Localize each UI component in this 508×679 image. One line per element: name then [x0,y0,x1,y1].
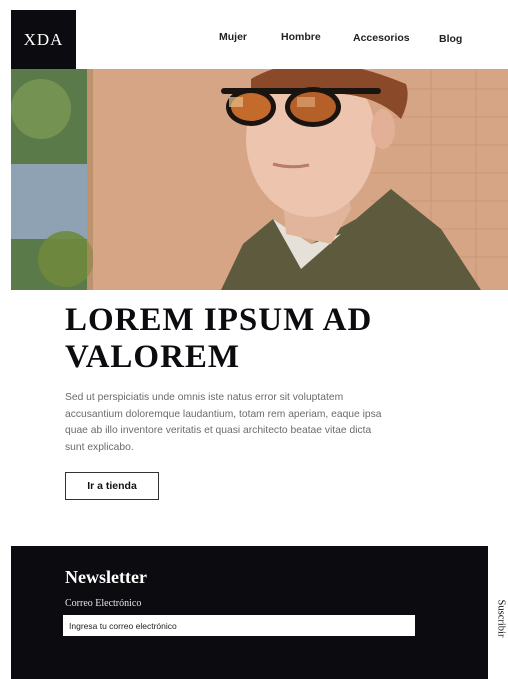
nav-item-blog[interactable]: Blog [439,33,462,45]
main-nav: Mujer Hombre Accesorios Blog [0,30,508,46]
shop-button[interactable]: Ir a tienda [65,472,159,500]
newsletter-title: Newsletter [65,567,147,587]
email-label: Correo Electrónico [65,598,142,609]
subscribe-label: Suscribir [495,599,507,637]
hero-headline: LOREM IPSUM AD VALOREM [65,302,373,375]
hero-photo-illustration [11,69,508,290]
nav-item-accesorios[interactable]: Accesorios [353,32,410,44]
nav-item-mujer[interactable]: Mujer [219,31,247,43]
newsletter-section: Newsletter Correo Electrónico [11,546,488,679]
hero-body-text: Sed ut perspiciatis unde omnis iste natu… [65,392,382,453]
email-field[interactable] [63,615,415,636]
subscribe-button[interactable]: Suscribir [494,588,508,648]
nav-item-hombre[interactable]: Hombre [281,31,321,43]
hero-image [11,69,508,290]
